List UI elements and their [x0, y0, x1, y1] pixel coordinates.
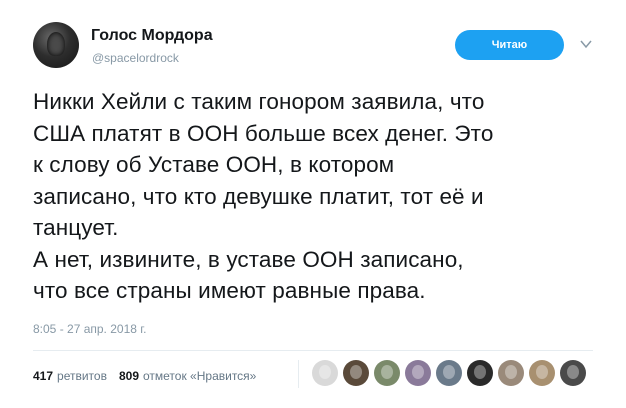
tweet-timestamp[interactable]: 8:05 - 27 апр. 2018 г.	[33, 322, 147, 336]
avatar-icon[interactable]	[343, 360, 369, 386]
avatar-face	[536, 365, 548, 379]
avatar-face	[412, 365, 424, 379]
avatar-icon[interactable]	[467, 360, 493, 386]
avatar-icon[interactable]	[529, 360, 555, 386]
avatar-face	[474, 365, 486, 379]
author-name[interactable]: Голос Мордора	[91, 27, 213, 45]
chevron-down-icon[interactable]	[580, 38, 592, 50]
avatar-icon[interactable]	[498, 360, 524, 386]
retweets-label[interactable]: ретвитов	[57, 369, 107, 383]
author-handle[interactable]: @spacelordrock	[92, 51, 179, 65]
tweet-line: записано, что кто девушке платит, тот её…	[33, 183, 484, 209]
tweet-line: к слову об Уставе ООН, в котором	[33, 152, 395, 177]
likers-row	[312, 360, 591, 386]
avatar-face	[443, 365, 455, 379]
avatar-face	[319, 365, 331, 379]
retweets-count[interactable]: 417	[33, 369, 53, 383]
avatar-face	[505, 365, 517, 379]
tweet-text: Никки Хейли с таким гонором заявила, что…	[33, 86, 623, 307]
avatar-icon[interactable]	[374, 360, 400, 386]
author-avatar[interactable]	[33, 22, 79, 68]
avatar-image	[47, 32, 65, 56]
tweet-line: танцует.	[33, 215, 119, 240]
avatar-face	[350, 365, 362, 379]
likes-count[interactable]: 809	[119, 369, 139, 383]
avatar-icon[interactable]	[405, 360, 431, 386]
stats-separator	[298, 360, 299, 388]
tweet-line: США платят в ООН больше всех денег. Это	[33, 120, 494, 146]
tweet-line: Никки Хейли с таким гонором заявила, что	[33, 89, 485, 114]
avatar-icon[interactable]	[436, 360, 462, 386]
avatar-face	[567, 365, 579, 379]
tweet-line: А нет, извините, в уставе ООН записано,	[33, 246, 464, 272]
avatar-icon[interactable]	[312, 360, 338, 386]
follow-button[interactable]: Читаю	[455, 30, 564, 60]
likes-label[interactable]: отметок «Нравится»	[143, 369, 256, 383]
tweet-stats: 417 ретвитов 809 отметок «Нравится»	[33, 369, 268, 383]
avatar-face	[381, 365, 393, 379]
divider	[33, 350, 593, 351]
tweet-line: что все страны имеют равные права.	[33, 278, 426, 303]
avatar-icon[interactable]	[560, 360, 586, 386]
